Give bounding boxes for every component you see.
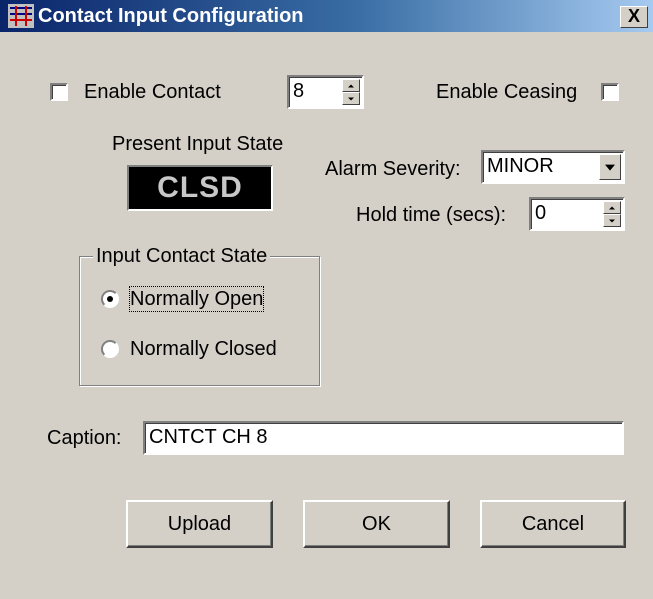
enable-contact-checkbox[interactable]	[50, 83, 68, 101]
alarm-severity-dropdown-button[interactable]	[599, 154, 621, 180]
hold-time-up-button[interactable]	[603, 201, 621, 214]
input-contact-state-title: Input Contact State	[93, 244, 271, 268]
hold-time-label: Hold time (secs):	[356, 204, 507, 226]
arrow-down-icon	[609, 219, 615, 222]
window-title: Contact Input Configuration	[38, 5, 304, 27]
alarm-severity-label: Alarm Severity:	[325, 158, 461, 180]
close-button[interactable]: X	[620, 6, 648, 28]
caption-label: Caption:	[47, 427, 122, 449]
present-state-label: Present Input State	[112, 133, 284, 155]
normally-closed-radio[interactable]	[101, 340, 119, 358]
caption-value: CNTCT CH 8	[149, 426, 268, 448]
radio-selected-dot	[107, 296, 113, 302]
alarm-severity-value: MINOR	[487, 155, 554, 177]
ok-button[interactable]: OK	[303, 500, 450, 548]
normally-open-label[interactable]: Normally Open	[128, 286, 265, 312]
hold-time-spinner[interactable]: 0	[529, 197, 625, 231]
caption-input[interactable]: CNTCT CH 8	[143, 421, 624, 455]
enable-ceasing-checkbox[interactable]	[601, 83, 619, 101]
cancel-button[interactable]: Cancel	[480, 500, 626, 548]
channel-value: 8	[293, 80, 305, 102]
arrow-up-icon	[348, 84, 354, 87]
channel-up-button[interactable]	[342, 79, 360, 92]
network-config-icon	[8, 4, 34, 28]
normally-open-radio[interactable]	[101, 290, 119, 308]
chevron-down-icon	[605, 164, 615, 171]
hold-time-down-button[interactable]	[603, 214, 621, 227]
arrow-up-icon	[609, 206, 615, 209]
enable-contact-label: Enable Contact	[84, 81, 221, 103]
channel-down-button[interactable]	[342, 92, 360, 105]
hold-time-value: 0	[535, 202, 547, 224]
channel-spinner[interactable]: 8	[287, 75, 364, 109]
upload-button[interactable]: Upload	[126, 500, 273, 548]
arrow-down-icon	[348, 97, 354, 100]
enable-ceasing-label: Enable Ceasing	[436, 81, 578, 103]
alarm-severity-select[interactable]: MINOR	[481, 150, 625, 184]
input-contact-state-group	[79, 256, 320, 386]
normally-closed-label[interactable]: Normally Closed	[130, 337, 277, 361]
close-icon: X	[627, 6, 640, 26]
present-state-display: CLSD	[127, 165, 273, 211]
title-bar[interactable]: Contact Input Configuration X	[0, 0, 653, 32]
